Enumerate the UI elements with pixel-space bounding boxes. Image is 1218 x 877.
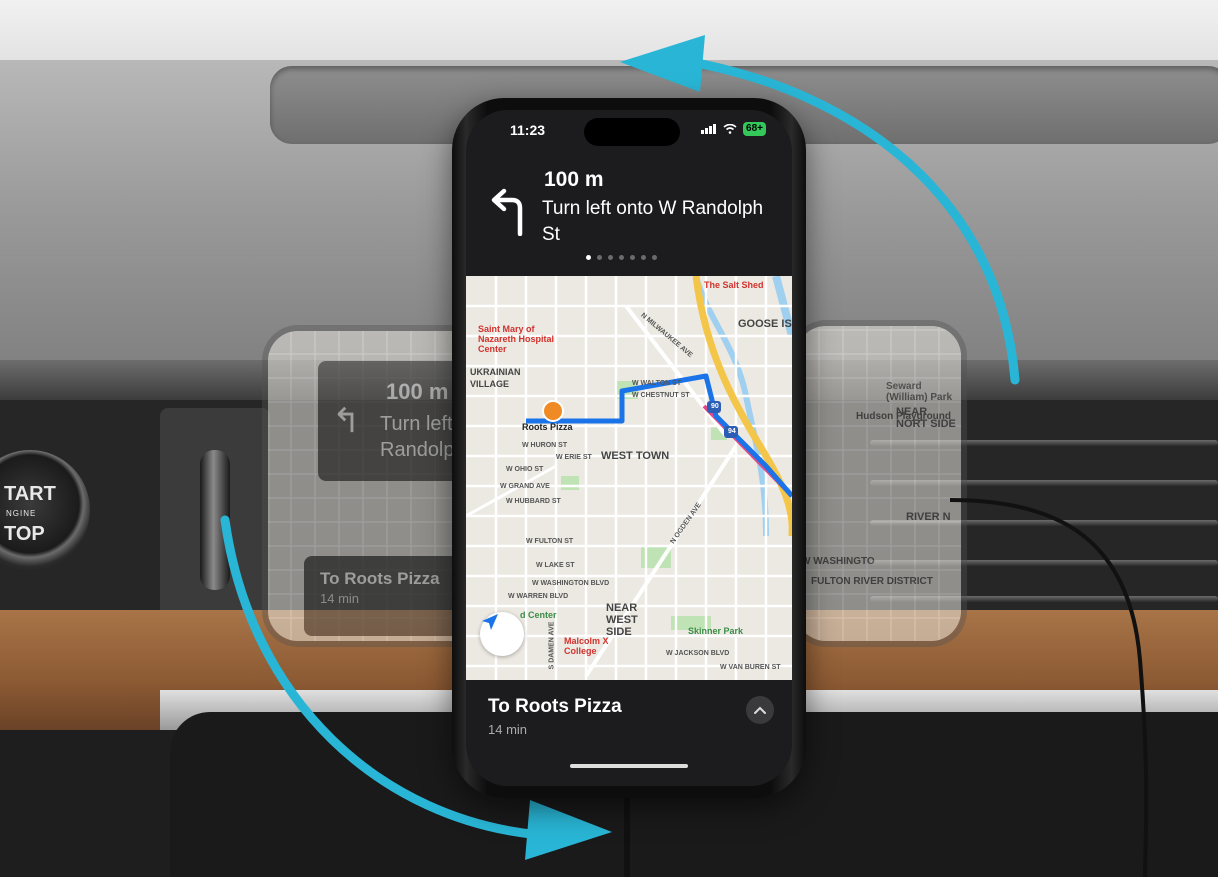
map-street-label: W CHESTNUT ST: [632, 392, 690, 399]
battery-indicator: 68+: [743, 122, 766, 136]
turn-left-arrow-icon: [491, 188, 523, 236]
trip-destination: To Roots Pizza: [488, 696, 622, 717]
page-dot[interactable]: [597, 255, 602, 260]
phone-screen: The Salt Shed GOOSE ISL Saint Mary of Na…: [466, 110, 792, 786]
map-label: W WASHINGTO: [801, 556, 875, 567]
map-poi-skinner-park[interactable]: Skinner Park: [688, 626, 743, 636]
map-street-label: W HURON ST: [522, 442, 568, 449]
interstate-shield: 90: [711, 403, 719, 410]
map-street-label: W GRAND AVE: [500, 483, 550, 490]
map-poi-st-mary[interactable]: Saint Mary of Nazareth Hospital Center: [478, 324, 558, 354]
map-label-west-town: WEST TOWN: [601, 450, 670, 462]
map-poi-roots-pizza[interactable]: Roots Pizza: [522, 422, 573, 432]
chevron-up-icon: [754, 706, 766, 714]
car-dashboard-scene: TART NGINE TOP ↰ 100 m Turn left Randolp…: [0, 0, 1218, 877]
phone: The Salt Shed GOOSE ISL Saint Mary of Na…: [452, 98, 806, 798]
location-arrow-icon: [482, 614, 498, 630]
page-dot[interactable]: [619, 255, 624, 260]
status-icons: 68+: [701, 122, 766, 136]
map-street-label: W WASHINGTON BLVD: [532, 580, 610, 587]
turn-left-arrow-icon: ↰: [332, 402, 361, 440]
map-street-label: W ERIE ST: [556, 454, 592, 461]
charging-cable: [949, 498, 1149, 877]
map-view[interactable]: The Salt Shed GOOSE ISL Saint Mary of Na…: [466, 276, 792, 680]
map-label-near-west-side: NEAR WEST SIDE: [606, 602, 638, 638]
map-poi-malcolm-x[interactable]: Malcolm X College: [564, 636, 624, 656]
map-street-label: W WALTON ST: [632, 380, 682, 387]
expand-trip-button[interactable]: [746, 696, 774, 724]
map-street-label: W LAKE ST: [536, 562, 575, 569]
map-label: NEAR NORT SIDE: [896, 406, 956, 430]
ghost-destination: To Roots Pizza: [320, 569, 440, 588]
map-street-label: W HUBBARD ST: [506, 498, 561, 505]
dynamic-island: [584, 118, 680, 146]
nav-banner[interactable]: 11:23 68+ 100 m Turn left onto W Randolp…: [466, 110, 792, 276]
charging-cable-bottom: [624, 790, 630, 877]
page-dot[interactable]: [608, 255, 613, 260]
nav-instruction: Turn left onto W Randolph St: [542, 198, 764, 245]
trip-eta: 14 min: [488, 722, 528, 737]
map-street-label: W WARREN BLVD: [508, 593, 569, 600]
page-dot[interactable]: [652, 255, 657, 260]
page-dot[interactable]: [641, 255, 646, 260]
ghost-distance: 100 m: [386, 379, 449, 404]
nav-distance: 100 m: [544, 168, 604, 191]
map-label-goose-island: GOOSE ISL: [738, 318, 792, 330]
map-street-label: W FULTON ST: [526, 538, 574, 545]
start-engine-label: TART NGINE TOP: [4, 483, 56, 545]
home-indicator[interactable]: [570, 764, 688, 768]
page-dot[interactable]: [586, 255, 591, 260]
pizza-pin-icon[interactable]: [542, 400, 564, 422]
page-dot[interactable]: [630, 255, 635, 260]
map-label-ukrainian-village: UKRAINIAN VILLAGE: [470, 367, 521, 389]
trip-card[interactable]: To Roots Pizza 14 min: [466, 680, 792, 786]
map-street-label: W VAN BUREN ST: [720, 664, 781, 671]
ghost-map: [796, 326, 961, 641]
map-street-label: W JACKSON BLVD: [666, 650, 730, 657]
ghost-eta: 14 min: [320, 591, 360, 606]
status-time: 11:23: [510, 122, 546, 138]
knob: [200, 450, 230, 590]
map-street-label: S DAMEN AVE: [548, 621, 556, 670]
recenter-button[interactable]: [480, 612, 524, 656]
map-label: Seward (William) Park: [886, 381, 953, 403]
map-street-label: W OHIO ST: [506, 466, 544, 473]
step-page-dots[interactable]: [586, 255, 657, 260]
map-poi-center[interactable]: d Center: [520, 610, 557, 620]
map-poi-salt-shed[interactable]: The Salt Shed: [704, 280, 764, 290]
interstate-shield: 94: [728, 428, 736, 435]
wifi-icon: [723, 124, 737, 134]
signal-icon: [701, 124, 717, 134]
map-label: FULTON RIVER DISTRICT: [811, 576, 933, 587]
